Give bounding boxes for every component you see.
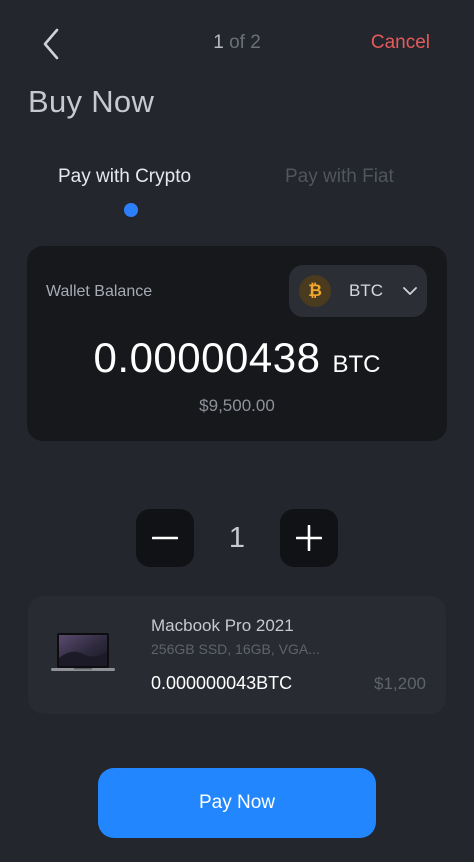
quantity-value: 1	[228, 522, 246, 554]
chevron-down-icon	[403, 286, 417, 296]
step-current: 1	[213, 32, 224, 53]
product-card[interactable]: Macbook Pro 2021 256GB SSD, 16GB, VGA...…	[28, 596, 446, 714]
tab-pay-with-fiat[interactable]: Pay with Fiat	[285, 166, 394, 188]
step-total: of 2	[223, 32, 261, 53]
product-crypto-price: 0.000000043BTC	[151, 673, 293, 693]
wallet-balance-label: Wallet Balance	[46, 283, 153, 300]
bitcoin-icon: ₿	[299, 275, 331, 307]
plus-icon	[296, 525, 322, 551]
balance-unit: BTC	[332, 351, 381, 378]
buy-now-screen: 1 of 2 Cancel Buy Now Pay with Crypto Pa…	[0, 0, 474, 862]
product-specs: 256GB SSD, 16GB, VGA...	[151, 641, 320, 657]
balance-amount: 0.00000438	[93, 334, 321, 381]
decrease-quantity-button[interactable]	[136, 509, 194, 567]
product-fiat-price: $1,200	[374, 674, 426, 693]
coin-name: BTC	[349, 281, 383, 300]
pay-now-button[interactable]: Pay Now	[98, 768, 376, 838]
cancel-button[interactable]: Cancel	[371, 32, 430, 54]
wallet-balance-card: Wallet Balance ₿ BTC 0.00000438 BTC $9,50…	[27, 246, 447, 441]
product-name: Macbook Pro 2021	[151, 616, 294, 635]
laptop-image	[51, 633, 115, 671]
minus-icon	[152, 536, 178, 540]
increase-quantity-button[interactable]	[280, 509, 338, 567]
page-title: Buy Now	[28, 84, 155, 119]
balance-amount-row: 0.00000438 BTC	[27, 334, 447, 382]
balance-fiat-value: $9,500.00	[199, 396, 275, 415]
tab-pay-with-crypto[interactable]: Pay with Crypto	[58, 166, 191, 188]
coin-selector[interactable]: ₿ BTC	[289, 265, 427, 317]
active-tab-indicator	[124, 203, 138, 217]
